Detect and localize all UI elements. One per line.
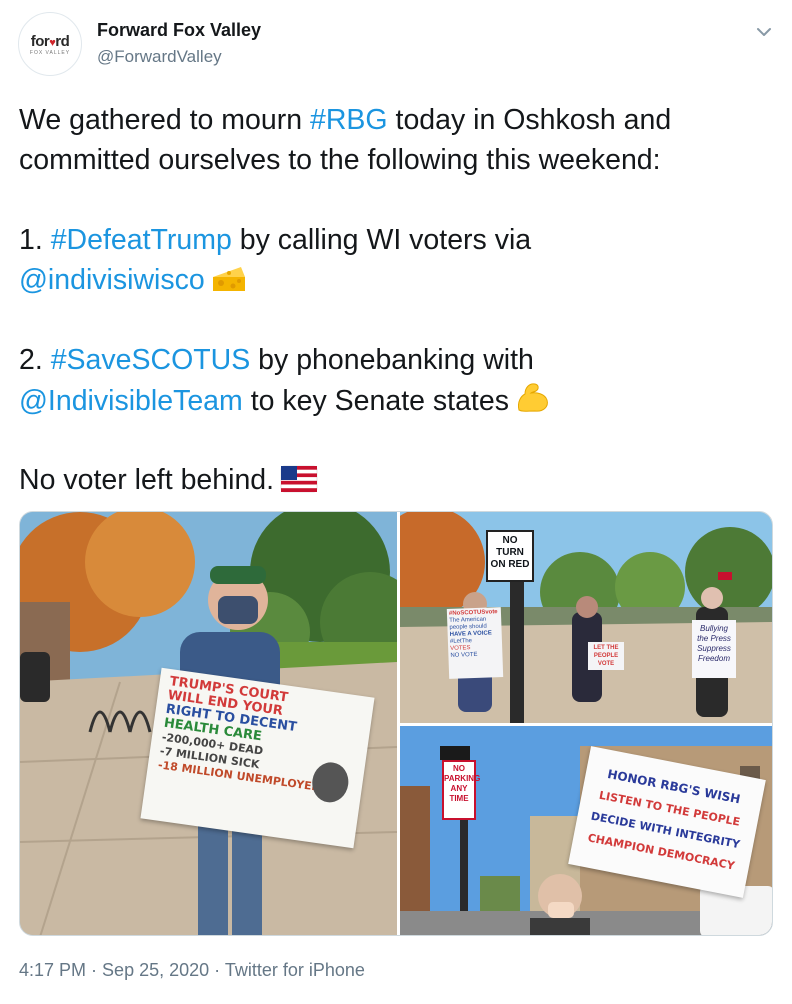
no-turn-on-red-sign: NO TURN ON RED [486, 530, 534, 582]
author-handle[interactable]: @ForwardValley [97, 47, 222, 67]
tweet-text-segment: by calling WI voters via [231, 224, 532, 256]
separator-dot: · [86, 960, 103, 980]
sign-mid-line: VOTE [597, 661, 615, 667]
tweet-source[interactable]: Twitter for iPhone [225, 960, 365, 980]
tweet-text-segment: No voter left behind. [19, 464, 275, 496]
protest-sign-1: TRUMP'S COURT WILL END YOUR RIGHT TO DEC… [140, 667, 375, 849]
sign-bully-line: Bullying [699, 624, 728, 633]
chevron-down-icon[interactable] [754, 24, 774, 40]
photo-honor-rbg-sign[interactable]: NO PARKING ANY TIME HONOR RBG'S WISH LIS… [400, 726, 772, 935]
list-number: 1. [19, 224, 51, 256]
tweet-time[interactable]: 4:17 PM [19, 960, 86, 980]
sign-mid-line: PEOPLE [593, 653, 619, 659]
cheese-emoji [211, 263, 247, 304]
protest-sign-bullying: Bullying the Press Suppress Freedom [692, 620, 736, 678]
no-parking-sign: NO PARKING ANY TIME [442, 760, 481, 820]
parking-sign-line: ANY [450, 784, 468, 793]
tweet: for♥rd FOX VALLEY Forward Fox Valley @Fo… [0, 0, 792, 1004]
photo-group-protest[interactable]: NO TURN ON RED #NoSCOTUSvote The America… [400, 512, 772, 723]
tweet-text-segment: We gathered to mourn [19, 104, 310, 136]
photo-protester-sign[interactable]: TRUMP'S COURT WILL END YOUR RIGHT TO DEC… [20, 512, 397, 935]
separator-dot: · [209, 960, 225, 980]
street-sign-line: ON RED [490, 559, 530, 570]
parking-sign-line: PARKING [444, 774, 481, 783]
tweet-text-segment: by phonebanking with [250, 344, 534, 376]
author-display-name[interactable]: Forward Fox Valley [97, 20, 261, 41]
flexed-biceps-emoji [515, 380, 551, 425]
sign-bully-line: Suppress [697, 644, 731, 653]
avatar-logo-text: for♥rd [30, 33, 70, 50]
sign-bully-line: the Press [697, 634, 731, 643]
parking-sign-line: TIME [449, 794, 469, 803]
mention-indivisibleteam[interactable]: @IndivisibleTeam [19, 385, 243, 417]
tweet-text-segment: today in Oshkosh and [387, 104, 672, 136]
sign-mid-line: LET THE [593, 645, 619, 651]
street-sign-line: TURN [496, 547, 524, 558]
sign-left-line: NO VOTE [450, 651, 478, 659]
tweet-text-segment: to key Senate states [242, 385, 509, 417]
us-flag-emoji [280, 464, 318, 504]
sign-bully-line: Freedom [697, 654, 730, 663]
tweet-metadata: 4:17 PM · Sep 25, 2020 · Twitter for iPh… [19, 960, 365, 981]
hashtag-rbg[interactable]: #RBG [310, 104, 388, 136]
parking-sign-line: NO [453, 764, 465, 773]
hashtag-defeattrump[interactable]: #DefeatTrump [51, 224, 232, 256]
tweet-text: We gathered to mourn #RBG today in Oshko… [19, 100, 759, 500]
list-number: 2. [19, 344, 51, 376]
mention-indivisiwisco[interactable]: @indivisiwisco [19, 264, 205, 296]
grid-divider-horizontal [400, 723, 772, 726]
tweet-date[interactable]: Sep 25, 2020 [102, 960, 209, 980]
media-grid[interactable]: TRUMP'S COURT WILL END YOUR RIGHT TO DEC… [19, 511, 773, 936]
avatar-logo-subtext: FOX VALLEY [29, 50, 71, 56]
protest-sign-left: #NoSCOTUSvote The American people should… [446, 607, 504, 679]
tweet-text-segment: committed ourselves to the following thi… [19, 144, 661, 176]
avatar[interactable]: for♥rd FOX VALLEY [18, 12, 82, 76]
hashtag-savescotus[interactable]: #SaveSCOTUS [51, 344, 251, 376]
street-sign-line: NO [502, 535, 518, 546]
protest-sign-mid: LET THE PEOPLE VOTE [588, 642, 624, 670]
